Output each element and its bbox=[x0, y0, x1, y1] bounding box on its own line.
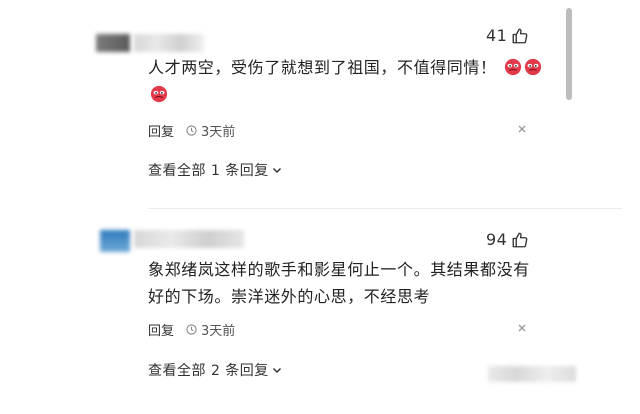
comment-meta: 回复 3天前 bbox=[148, 121, 235, 140]
comment-item: 94 象郑绪岚这样的歌手和影星何止一个。其结果都没有 好的下场。崇洋迷外的心思，… bbox=[0, 220, 640, 414]
comment-text-line: 人才两空，受伤了就想到了祖国，不值得同情！ bbox=[148, 58, 497, 77]
avatar[interactable] bbox=[100, 230, 130, 252]
username[interactable] bbox=[134, 230, 244, 248]
chevron-down-icon bbox=[272, 365, 282, 375]
more-dots-icon[interactable] bbox=[517, 323, 527, 333]
view-replies-label: 查看全部 2 条回复 bbox=[148, 363, 269, 379]
divider bbox=[148, 208, 622, 209]
reply-button[interactable]: 回复 bbox=[148, 121, 174, 140]
like-count: 94 bbox=[486, 230, 508, 249]
timestamp: 3天前 bbox=[201, 324, 236, 339]
angry-face-emoji-icon bbox=[504, 58, 522, 76]
username[interactable] bbox=[134, 34, 204, 52]
reply-button[interactable]: 回复 bbox=[148, 320, 174, 339]
angry-face-emoji-icon bbox=[150, 85, 168, 103]
scrollbar-thumb[interactable] bbox=[566, 8, 572, 100]
comment-item: 41 人才两空，受伤了就想到了祖国，不值得同情！ 回复 3天前 查看全部 1 条… bbox=[0, 0, 640, 190]
chevron-down-icon bbox=[272, 165, 282, 175]
like-count: 41 bbox=[486, 26, 508, 45]
comment-text: 象郑绪岚这样的歌手和影星何止一个。其结果都没有 好的下场。崇洋迷外的心思，不经思… bbox=[148, 256, 548, 310]
view-replies-button[interactable]: 查看全部 2 条回复 bbox=[148, 360, 282, 380]
thumbs-up-icon[interactable] bbox=[511, 27, 529, 45]
timestamp: 3天前 bbox=[201, 125, 236, 140]
comment-text-line: 象郑绪岚这样的歌手和影星何止一个。其结果都没有 bbox=[148, 260, 530, 279]
view-replies-button[interactable]: 查看全部 1 条回复 bbox=[148, 160, 282, 180]
clock-icon bbox=[186, 324, 197, 335]
watermark-blur bbox=[488, 366, 576, 382]
avatar[interactable] bbox=[96, 34, 130, 52]
like-button[interactable]: 94 bbox=[486, 230, 529, 249]
comment-text: 人才两空，受伤了就想到了祖国，不值得同情！ bbox=[148, 54, 548, 108]
more-dots-icon[interactable] bbox=[517, 124, 527, 134]
comment-meta: 回复 3天前 bbox=[148, 320, 235, 339]
comment-text-line: 好的下场。崇洋迷外的心思，不经思考 bbox=[148, 287, 431, 306]
like-button[interactable]: 41 bbox=[486, 26, 529, 45]
view-replies-label: 查看全部 1 条回复 bbox=[148, 163, 269, 179]
thumbs-up-icon[interactable] bbox=[511, 231, 529, 249]
angry-face-emoji-icon bbox=[524, 58, 542, 76]
clock-icon bbox=[186, 125, 197, 136]
